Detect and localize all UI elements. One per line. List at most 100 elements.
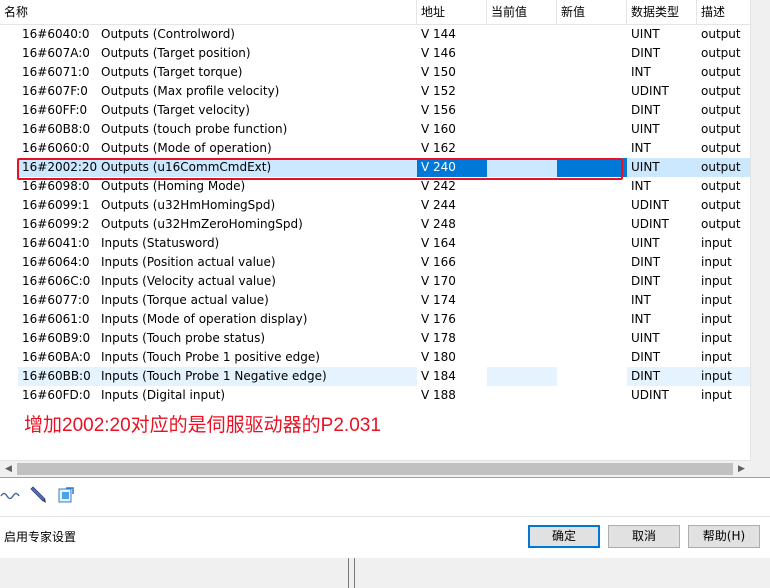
scroll-left-arrow-icon[interactable]: ◀ [0,461,17,477]
row-name: Inputs (Touch Probe 1 Negative edge) [97,367,417,386]
row-current-value[interactable] [487,234,557,253]
row-name: Outputs (touch probe function) [101,122,288,136]
row-new-value[interactable] [557,329,627,348]
column-header-data-type[interactable]: 数据类型 [627,0,697,24]
row-current-value[interactable] [487,367,557,386]
table-row[interactable]: 16#6041:0 Inputs (Statusword) V 164 UINT inp… [0,234,750,253]
expert-settings-label[interactable]: 启用专家设置 [4,528,76,545]
row-current-value[interactable] [487,215,557,234]
row-new-value[interactable] [557,367,627,386]
table-row[interactable]: 16#6099:2 Outputs (u32HmZeroHomingSpd) V 2… [0,215,750,234]
table-row[interactable]: 16#6061:0 Inputs (Mode of operation displ… [0,310,750,329]
row-description: input [701,293,732,307]
table-row[interactable]: 16#606C:0 Inputs (Velocity actual value) V… [0,272,750,291]
row-current-value[interactable] [487,348,557,367]
row-new-value[interactable] [557,272,627,291]
row-current-value[interactable] [487,139,557,158]
row-new-value[interactable] [557,386,627,405]
table-row[interactable]: 16#60B9:0 Inputs (Touch probe status) V 17… [0,329,750,348]
horizontal-scrollbar[interactable]: ◀ ▶ [0,460,750,477]
row-new-value[interactable] [557,196,627,215]
table-row[interactable]: 16#60BA:0 Inputs (Touch Probe 1 positive … [0,348,750,367]
row-address: V 144 [421,27,456,41]
help-button[interactable]: 帮助(H) [688,525,760,548]
column-header-current-value[interactable]: 当前值 [487,0,557,24]
row-data-type: UDINT [631,217,669,231]
row-data-type: DINT [631,255,661,269]
table-row[interactable]: 16#60B8:0 Outputs (touch probe function) V… [0,120,750,139]
row-data-type: UINT [631,331,660,345]
scroll-right-arrow-icon[interactable]: ▶ [733,461,750,477]
pencil-icon[interactable] [28,485,48,505]
row-data-type: UDINT [631,84,669,98]
row-current-value[interactable] [487,63,557,82]
row-data-type: DINT [627,367,697,386]
row-new-value[interactable] [557,234,627,253]
row-current-value[interactable] [487,310,557,329]
table-row[interactable]: 16#6071:0 Outputs (Target torque) V 150 INT… [0,63,750,82]
table-row[interactable]: 16#607A:0 Outputs (Target position) V 146 D… [0,44,750,63]
table-row[interactable]: 16#607F:0 Outputs (Max profile velocity) V… [0,82,750,101]
row-description: output [697,158,750,177]
row-current-value[interactable] [487,120,557,139]
row-index: 16#6099:2 [22,217,90,231]
scroll-corner [750,460,770,477]
row-index: 16#6040:0 [22,27,90,41]
row-data-type: UINT [631,122,660,136]
table-row[interactable]: 16#6099:1 Outputs (u32HmHomingSpd) V 244 UD… [0,196,750,215]
row-current-value[interactable] [487,82,557,101]
row-new-value[interactable] [557,101,627,120]
wave-icon[interactable] [0,485,20,505]
row-new-value[interactable] [557,215,627,234]
row-index: 16#6099:1 [22,198,90,212]
column-header-name[interactable]: 名称 [0,0,417,24]
scroll-thumb[interactable] [17,463,733,475]
row-description: output [701,27,741,41]
table-row[interactable]: 16#6064:0 Inputs (Position actual value) V… [0,253,750,272]
row-current-value[interactable] [487,291,557,310]
row-new-value[interactable] [557,139,627,158]
row-new-value[interactable] [557,348,627,367]
row-current-value[interactable] [487,253,557,272]
row-current-value[interactable] [487,272,557,291]
row-index: 16#60B8:0 [22,122,91,136]
row-current-value[interactable] [487,44,557,63]
table-row[interactable]: 16#6040:0 Outputs (Controlword) V 144 UINT o… [0,25,750,44]
row-index: 16#6060:0 [22,141,90,155]
column-header-new-value[interactable]: 新值 [557,0,627,24]
table-row[interactable]: 16#60FD:0 Inputs (Digital input) V 188 UDIN… [0,386,750,405]
column-header-description[interactable]: 描述 [697,0,750,24]
row-name: Outputs (Target position) [101,46,251,60]
row-new-value[interactable] [557,291,627,310]
row-new-value[interactable] [557,120,627,139]
column-header-address[interactable]: 地址 [417,0,487,24]
row-index: 16#6064:0 [22,255,90,269]
row-description: output [701,217,741,231]
annotation-text: 增加2002:20对应的是伺服驱动器的P2.031 [24,415,381,436]
row-new-value[interactable] [557,310,627,329]
row-description: output [701,65,741,79]
row-current-value[interactable] [487,101,557,120]
table-row[interactable]: 16#60FF:0 Outputs (Target velocity) V 156 D… [0,101,750,120]
table-row[interactable]: 16#6060:0 Outputs (Mode of operation) V 16… [0,139,750,158]
table-row[interactable]: 16#60BB:0 Inputs (Touch Probe 1 Negative … [0,367,750,386]
row-new-value[interactable] [557,82,627,101]
row-name: Inputs (Velocity actual value) [101,274,276,288]
vertical-scrollbar[interactable] [750,0,770,460]
row-current-value[interactable] [487,25,557,44]
cancel-button[interactable]: 取消 [608,525,680,548]
row-new-value[interactable] [557,63,627,82]
row-address: V 244 [421,198,456,212]
ok-button[interactable]: 确定 [528,525,600,548]
row-current-value[interactable] [487,196,557,215]
row-address: V 188 [421,388,456,402]
row-current-value[interactable] [487,329,557,348]
row-new-value[interactable] [557,25,627,44]
row-new-value[interactable] [557,253,627,272]
row-new-value[interactable] [557,44,627,63]
highlight-box [17,158,623,180]
export-icon[interactable] [56,485,76,505]
row-current-value[interactable] [487,386,557,405]
row-description: input [701,350,732,364]
table-row[interactable]: 16#6077:0 Inputs (Torque actual value) V 1… [0,291,750,310]
